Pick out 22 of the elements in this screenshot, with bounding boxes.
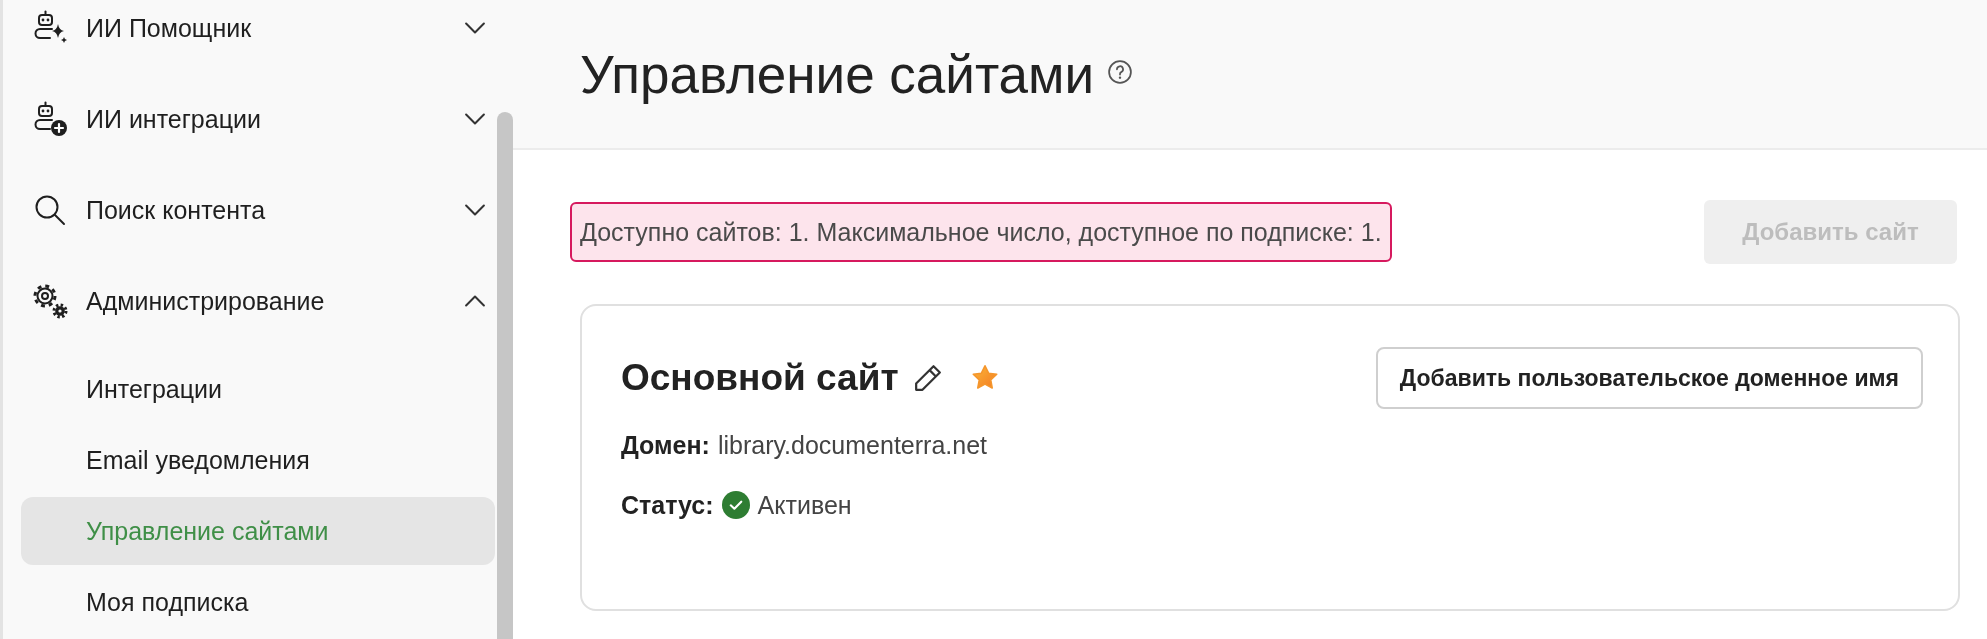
sidebar-item[interactable]: Поиск контента	[3, 182, 497, 238]
field-label: Статус:	[621, 490, 714, 521]
sidebar-subitem[interactable]: Email уведомления	[21, 426, 495, 494]
sidebar-item[interactable]: ИИ Помощник	[3, 0, 497, 56]
add-custom-domain-button[interactable]: Добавить пользовательское доменное имя	[1375, 347, 1923, 409]
page-title: Управление сайтами	[580, 43, 1095, 105]
robot-plus-icon	[32, 101, 68, 137]
limit-notice: Доступно сайтов: 1. Максимальное число, доступное по подписке: 1.	[570, 202, 1392, 262]
sidebar-item[interactable]: Администрирование	[3, 273, 497, 329]
site-name: Основной сайт	[621, 357, 899, 399]
status-value: Активен	[757, 490, 852, 521]
sidebar-subitem[interactable]: Моя подписка	[21, 568, 495, 636]
scrollbar-thumb[interactable]	[497, 112, 513, 639]
sidebar-subitem[interactable]: Интеграции	[21, 355, 495, 423]
check-circle-icon	[721, 491, 750, 519]
field-label: Домен:	[621, 430, 710, 461]
sidebar-item[interactable]: ИИ интеграции	[3, 91, 497, 147]
help-icon[interactable]	[1108, 60, 1133, 84]
star-icon[interactable]	[970, 364, 999, 392]
domain-value: library.documenterra.net	[717, 430, 987, 461]
pencil-icon[interactable]	[912, 363, 943, 393]
gears-icon	[32, 283, 68, 319]
